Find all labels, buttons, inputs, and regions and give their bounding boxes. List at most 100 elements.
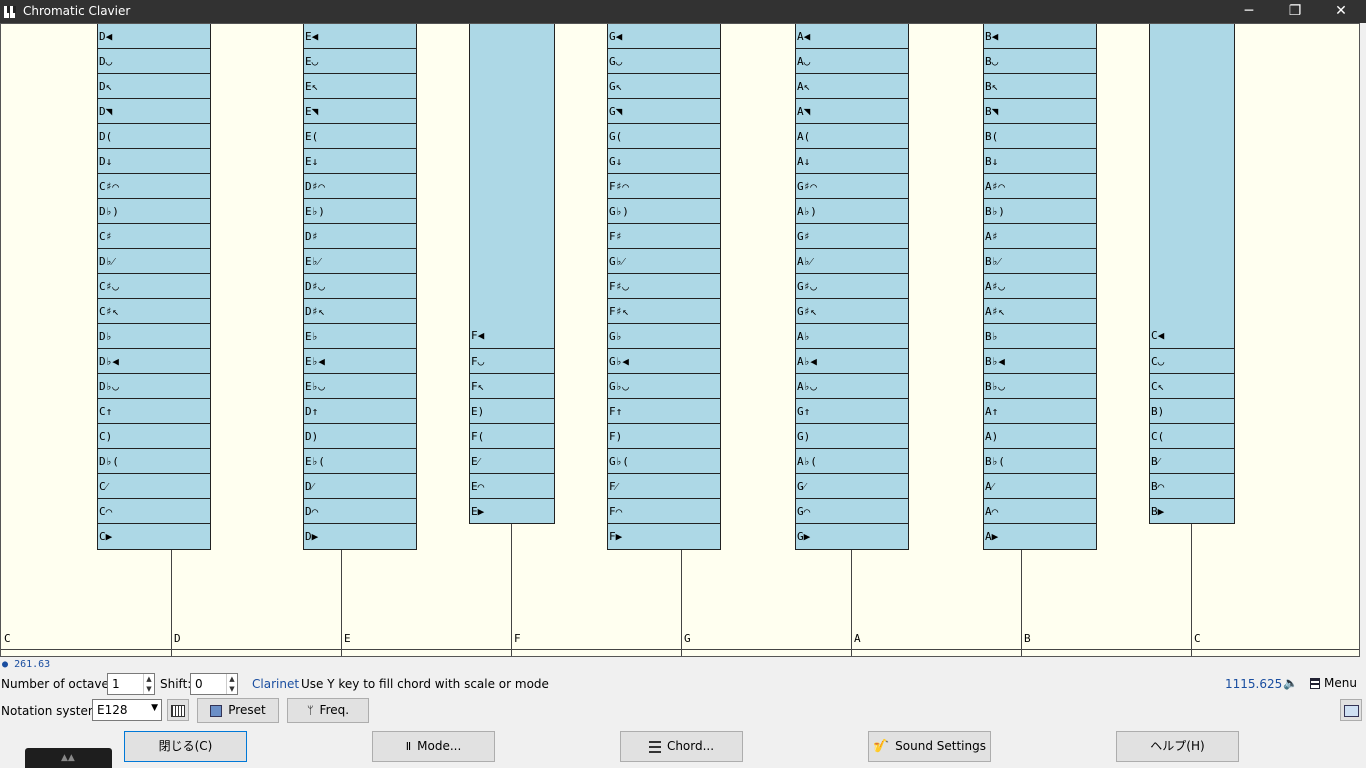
tone-cell[interactable]: E⌒	[470, 474, 554, 499]
tone-cell[interactable]: E↓	[304, 149, 416, 174]
tone-cell[interactable]: B◀	[984, 24, 1096, 49]
tone-cell[interactable]: A⁄	[984, 474, 1096, 499]
tone-cell[interactable]: D↓	[98, 149, 210, 174]
tone-cell[interactable]: D◡	[98, 49, 210, 74]
tone-cell[interactable]: D↖	[98, 74, 210, 99]
tone-cell[interactable]: C⌒	[98, 499, 210, 524]
tone-cell[interactable]: B♭	[984, 324, 1096, 349]
speaker-icon[interactable]: 🔈	[1283, 676, 1298, 690]
tone-cell[interactable]: C↑	[98, 399, 210, 424]
tone-column-f[interactable]: F◀ F◡ F↖ E) F(E⁄ E⌒ E▶	[469, 24, 555, 524]
spinner-arrows-icon[interactable]: ▲ ▼	[143, 674, 154, 694]
tone-cell[interactable]: C▶	[98, 524, 210, 549]
tone-cell[interactable]: F)	[608, 424, 720, 449]
tone-cell[interactable]: F♯◡	[608, 274, 720, 299]
tone-cell[interactable]: D)	[304, 424, 416, 449]
tone-cell[interactable]: G▶	[796, 524, 908, 549]
tone-cell[interactable]: D♯◡	[304, 274, 416, 299]
tone-cell[interactable]: A♭⁄	[796, 249, 908, 274]
tone-cell[interactable]: G♯◡	[796, 274, 908, 299]
tone-cell[interactable]: F♯↖	[608, 299, 720, 324]
tone-cell[interactable]: D♯⌒	[304, 174, 416, 199]
notation-edit-button[interactable]	[167, 699, 189, 721]
shift-spinner[interactable]: 0 ▲ ▼	[190, 673, 238, 695]
close-window-button[interactable]: ✕	[1318, 0, 1364, 23]
minimize-button[interactable]: ─	[1226, 0, 1272, 23]
tone-cell[interactable]: F⁄	[608, 474, 720, 499]
tone-cell[interactable]: A(	[796, 124, 908, 149]
tone-cell[interactable]: F▶	[608, 524, 720, 549]
tone-cell[interactable]: F◡	[470, 349, 554, 374]
tone-cell[interactable]: G⁄	[796, 474, 908, 499]
tone-cell[interactable]: D↑	[304, 399, 416, 424]
tone-cell[interactable]: A◡	[796, 49, 908, 74]
tone-cell[interactable]: C◡	[1150, 349, 1234, 374]
tone-cell[interactable]: D(	[98, 124, 210, 149]
tone-cell[interactable]: E)	[470, 399, 554, 424]
tone-cell[interactable]: F◀	[470, 24, 554, 349]
tone-cell[interactable]: E◥	[304, 99, 416, 124]
tone-cell[interactable]: B♭◡	[984, 374, 1096, 399]
tone-cell[interactable]: G◥	[608, 99, 720, 124]
restore-button[interactable]: ❐	[1272, 0, 1318, 23]
tone-cell[interactable]: E(	[304, 124, 416, 149]
tone-cell[interactable]: B♭⁄	[984, 249, 1096, 274]
tone-cell[interactable]: G♯	[796, 224, 908, 249]
tone-cell[interactable]: A♯	[984, 224, 1096, 249]
chord-button[interactable]: Chord...	[620, 731, 743, 762]
tone-cell[interactable]: G⌒	[796, 499, 908, 524]
tone-cell[interactable]: C♯	[98, 224, 210, 249]
tone-cell[interactable]: G♭◀	[608, 349, 720, 374]
tone-column-c[interactable]: C◀ C◡ C↖ B) C(B⁄ B⌒ B▶	[1149, 24, 1235, 524]
tone-cell[interactable]: G(	[608, 124, 720, 149]
menu-button[interactable]: Menu	[1310, 676, 1357, 690]
close-button[interactable]: 閉じる(C)	[124, 731, 247, 762]
tone-cell[interactable]: E⁄	[470, 449, 554, 474]
tone-cell[interactable]: F♯⌒	[608, 174, 720, 199]
tone-cell[interactable]: B♭◀	[984, 349, 1096, 374]
tone-cell[interactable]: B⌒	[1150, 474, 1234, 499]
tone-cell[interactable]: D♭)	[98, 199, 210, 224]
tone-cell[interactable]: D♭	[98, 324, 210, 349]
tone-cell[interactable]: B◡	[984, 49, 1096, 74]
shift-value[interactable]: 0	[195, 677, 203, 691]
tone-cell[interactable]: F↑	[608, 399, 720, 424]
tone-cell[interactable]: B)	[1150, 399, 1234, 424]
tone-cell[interactable]: C♯⌒	[98, 174, 210, 199]
tone-cell[interactable]: C(	[1150, 424, 1234, 449]
tone-cell[interactable]: A♭	[796, 324, 908, 349]
tone-cell[interactable]: D♭(	[98, 449, 210, 474]
tone-cell[interactable]: A)	[984, 424, 1096, 449]
tone-cell[interactable]: C♯↖	[98, 299, 210, 324]
tone-cell[interactable]: A♭(	[796, 449, 908, 474]
taskbar-thumbnail[interactable]: ▲▲	[25, 748, 112, 768]
tone-cell[interactable]: E◀	[304, 24, 416, 49]
tone-cell[interactable]: G♭◡	[608, 374, 720, 399]
tone-cell[interactable]: C)	[98, 424, 210, 449]
mode-button[interactable]: Ⅱ Mode...	[372, 731, 495, 762]
tone-cell[interactable]: G♯↖	[796, 299, 908, 324]
tone-cell[interactable]: C⁄	[98, 474, 210, 499]
octaves-spinner[interactable]: 1 ▲ ▼	[107, 673, 155, 695]
tone-cell[interactable]: E♭◀	[304, 349, 416, 374]
tone-cell[interactable]: G♯⌒	[796, 174, 908, 199]
tone-column-d[interactable]: D◀ D◡ D↖ D◥ D(D↓ C♯⌒ D♭) C♯ D♭⁄ C♯◡ C♯↖ D♭ D♭◀ D♭◡ C↑ C…	[97, 24, 211, 550]
sound-settings-button[interactable]: 🎷 Sound Settings	[868, 731, 991, 762]
tone-cell[interactable]: D▶	[304, 524, 416, 549]
tone-cell[interactable]: G♭	[608, 324, 720, 349]
tone-cell[interactable]: B◥	[984, 99, 1096, 124]
tone-cell[interactable]: E♭)	[304, 199, 416, 224]
tone-cell[interactable]: D♭◡	[98, 374, 210, 399]
tone-column-e[interactable]: E◀ E◡ E↖ E◥ E(E↓ D♯⌒ E♭) D♯ E♭⁄ D♯◡ D♯↖ E♭ E♭◀ E♭◡ D↑ D…	[303, 24, 417, 550]
tone-cell[interactable]: A◀	[796, 24, 908, 49]
tone-cell[interactable]: E↖	[304, 74, 416, 99]
tone-cell[interactable]: B⁄	[1150, 449, 1234, 474]
tone-cell[interactable]: G◡	[608, 49, 720, 74]
chevron-down-icon[interactable]: ▼	[151, 703, 158, 713]
tone-cell[interactable]: A↑	[984, 399, 1096, 424]
tone-cell[interactable]: F⌒	[608, 499, 720, 524]
tone-cell[interactable]: A♯◡	[984, 274, 1096, 299]
tone-cell[interactable]: B(	[984, 124, 1096, 149]
tone-cell[interactable]: B↓	[984, 149, 1096, 174]
tone-cell[interactable]: A▶	[984, 524, 1096, 549]
